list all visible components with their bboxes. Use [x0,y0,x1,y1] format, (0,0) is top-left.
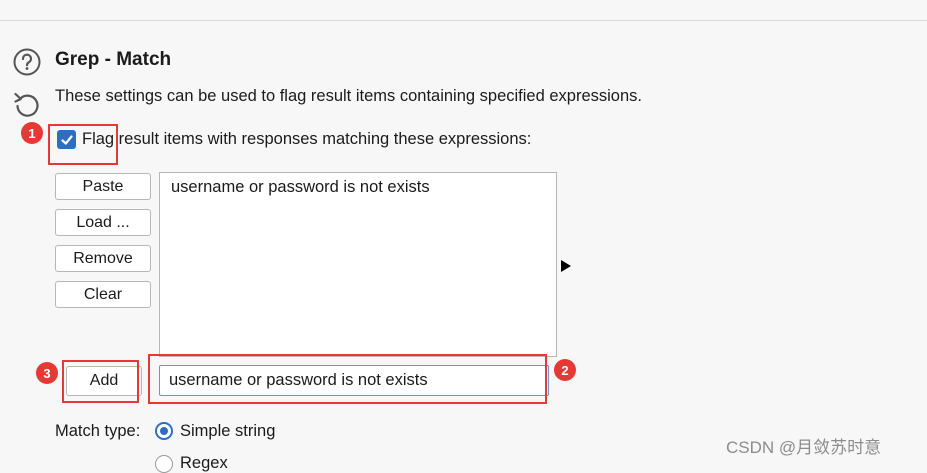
radio-simple-string-label[interactable]: Simple string [180,422,275,441]
section-title: Grep - Match [55,49,172,70]
clear-button[interactable]: Clear [55,281,151,308]
load-button[interactable]: Load ... [55,209,151,236]
watermark: CSDN @月敛苏时意 [726,438,882,457]
flag-checkbox-label[interactable]: Flag result items with responses matchin… [82,130,531,149]
annotation-box-1 [48,124,118,165]
radio-simple-string[interactable] [155,422,173,440]
annotation-badge-3: 3 [36,362,58,384]
reset-icon[interactable] [12,89,42,119]
remove-button[interactable]: Remove [55,245,151,272]
annotation-box-2 [148,354,547,404]
help-icon[interactable] [12,47,42,77]
top-divider [0,20,927,21]
section-description: These settings can be used to flag resul… [55,87,642,105]
match-type-label: Match type: [55,422,141,440]
radio-regex[interactable] [155,455,173,473]
arrow-right-icon [561,260,571,272]
paste-button[interactable]: Paste [55,173,151,200]
expressions-list[interactable]: username or password is not exists [159,172,557,357]
annotation-badge-1: 1 [21,122,43,144]
annotation-badge-2: 2 [554,359,576,381]
annotation-box-3 [62,360,139,403]
list-item[interactable]: username or password is not exists [171,178,430,197]
